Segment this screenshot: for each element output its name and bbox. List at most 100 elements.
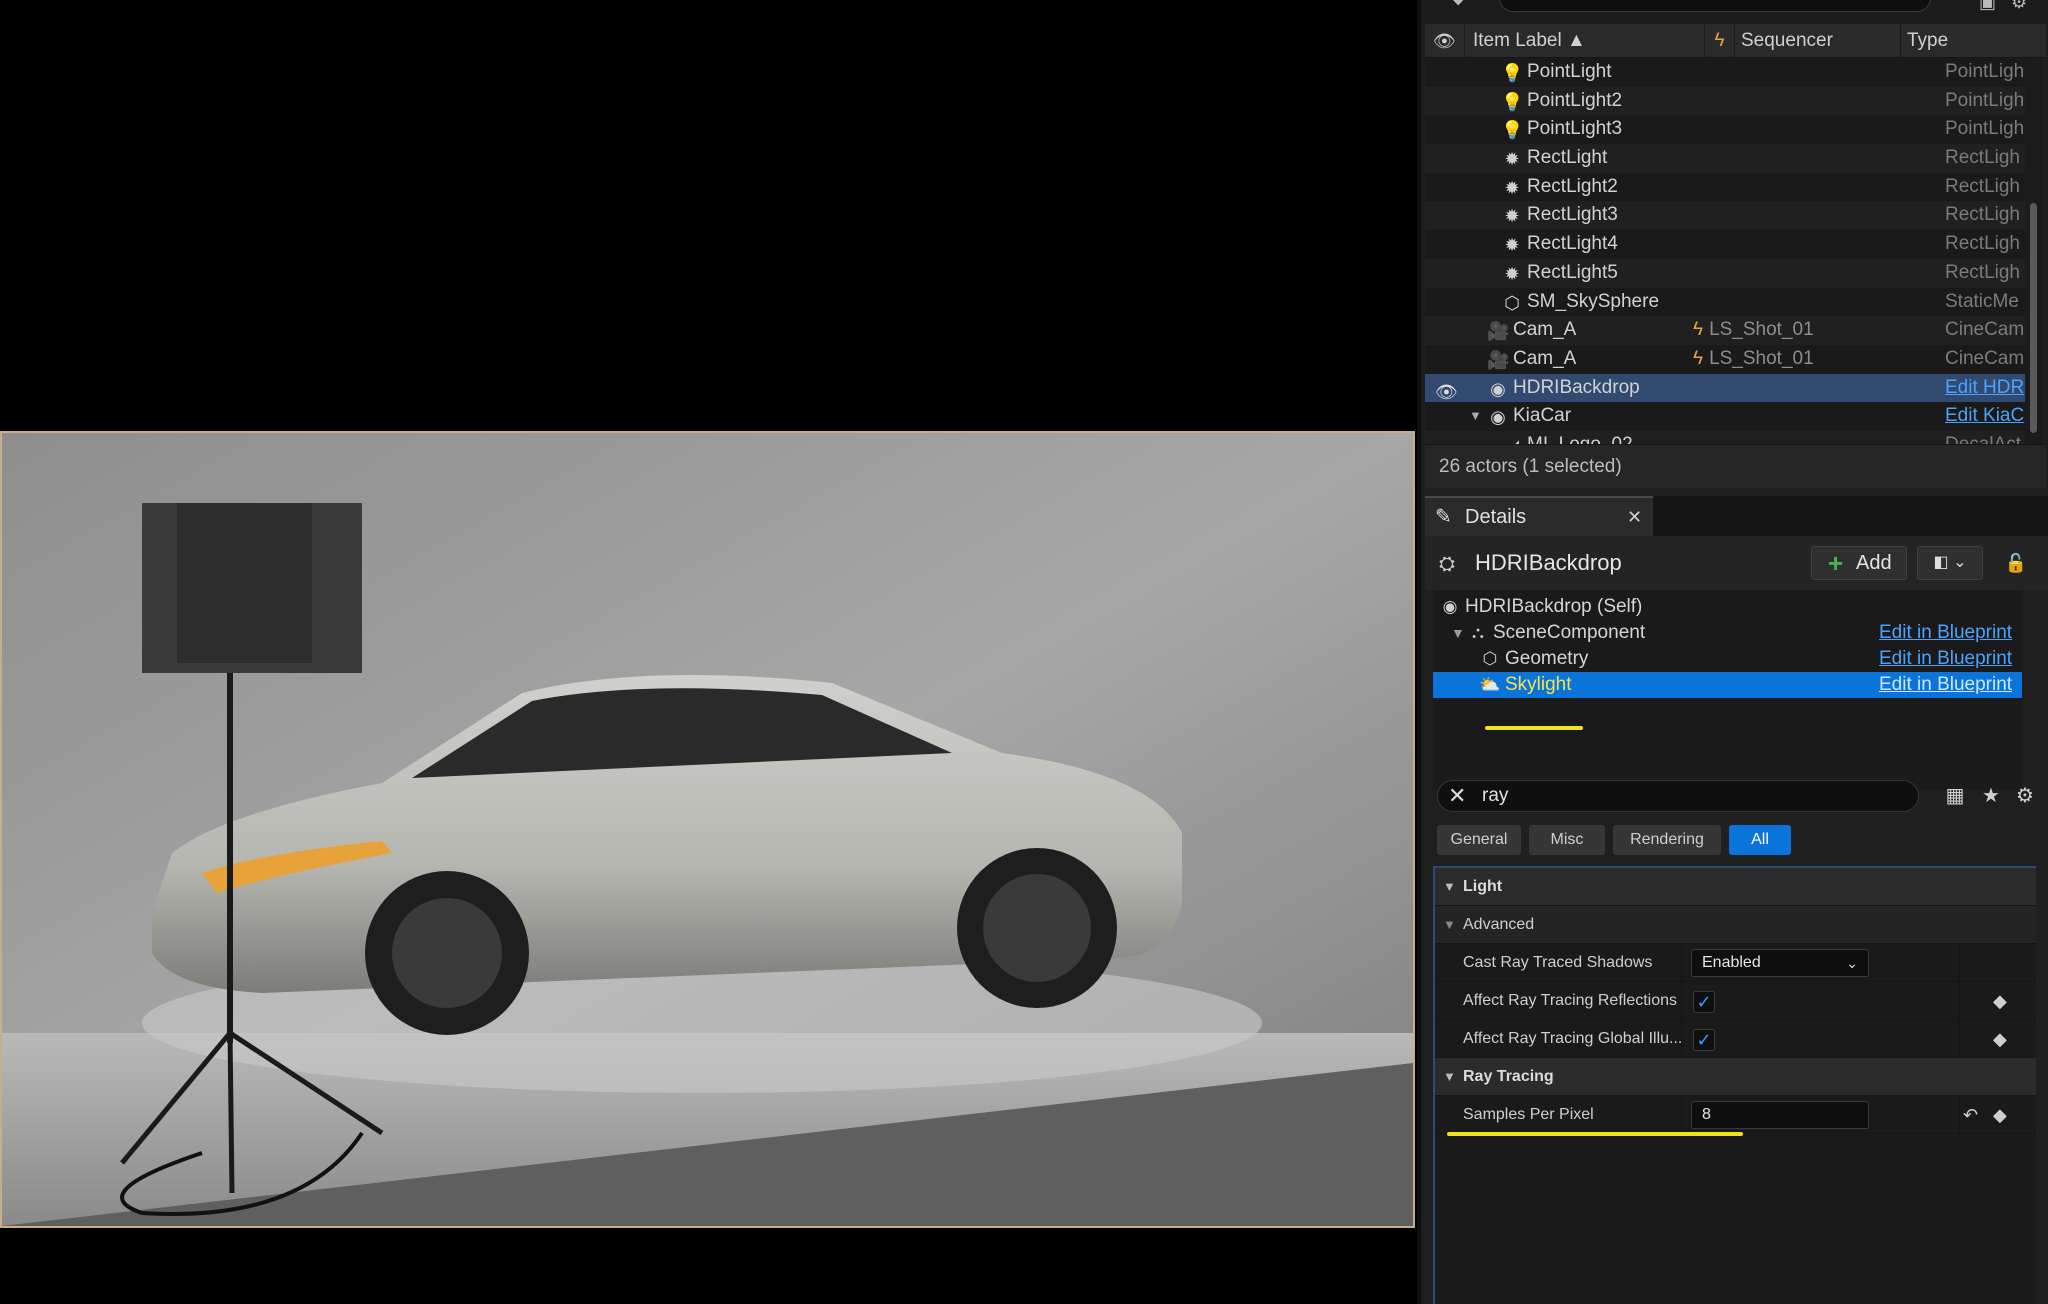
filter-icon[interactable]: ⏷ bbox=[1451, 0, 1473, 11]
component-row[interactable]: ▼ ⛬ SceneComponent Edit in Blueprint bbox=[1433, 620, 2022, 646]
lock-icon[interactable]: 🔓 bbox=[2003, 550, 2029, 576]
section-label: Ray Tracing bbox=[1463, 1068, 1554, 1085]
viewport-render[interactable] bbox=[0, 431, 1415, 1228]
table-view-icon[interactable]: ▦ bbox=[1943, 784, 1967, 808]
static-mesh-icon: ⬡ bbox=[1504, 292, 1520, 313]
type-cell: RectLigh bbox=[1945, 233, 2020, 255]
settings-icon[interactable]: ⚙ bbox=[2011, 0, 2033, 11]
actor-icon: ◉ bbox=[1490, 378, 1506, 399]
components-tree[interactable]: ◉ HDRIBackdrop (Self) ▼ ⛬ SceneComponent Edit… bbox=[1433, 590, 2022, 790]
type-header-text: Type bbox=[1907, 30, 1949, 51]
chevron-down-icon: ⌄ bbox=[1846, 955, 1858, 971]
blueprint-options-button[interactable]: ◧ ⌄ bbox=[1917, 546, 1983, 580]
component-row[interactable]: ◉ HDRIBackdrop (Self) bbox=[1433, 594, 2022, 620]
add-folder-icon[interactable]: ▣ bbox=[1979, 0, 2001, 11]
eye-icon[interactable]: 👁 bbox=[1435, 378, 1458, 402]
light-section-header[interactable]: ▼ Light bbox=[1435, 868, 2036, 906]
sequencer-cell: ϟ LS_Shot_01 bbox=[1693, 316, 1814, 345]
affect-gi-checkbox[interactable]: ✓ bbox=[1693, 1029, 1715, 1051]
item-label-column-header[interactable]: Item Label ▲ bbox=[1465, 24, 1705, 58]
sequencer-cell: ϟ LS_Shot_01 bbox=[1693, 345, 1814, 374]
outliner-scrollbar[interactable] bbox=[2025, 58, 2042, 444]
category-tab-all[interactable]: All bbox=[1729, 825, 1791, 855]
outliner-row[interactable]: ✹ RectLight RectLigh bbox=[1425, 144, 2025, 173]
details-search-input[interactable]: ✕ ray bbox=[1437, 780, 1919, 812]
item-label-header-text: Item Label ▲ bbox=[1473, 30, 1586, 51]
tab-details[interactable]: ✎ Details ✕ bbox=[1425, 496, 1653, 536]
section-label: Advanced bbox=[1463, 916, 1535, 933]
collapse-triangle-icon: ▼ bbox=[1443, 879, 1456, 894]
outliner-row[interactable]: ⬡ SM_SkySphere StaticMe bbox=[1425, 287, 2025, 317]
outliner-tree[interactable]: 💡 PointLight PointLigh 💡 PointLight2 PointLig… bbox=[1425, 58, 2025, 444]
close-icon[interactable]: ✕ bbox=[1627, 498, 1642, 536]
outliner-row[interactable]: 👁 ◉ HDRIBackdrop Edit HDR bbox=[1425, 373, 2025, 403]
outliner-row[interactable]: ▼ ◉ KiaCar Edit KiaC bbox=[1425, 402, 2025, 431]
keyframe-icon[interactable]: ◆ bbox=[1993, 982, 2007, 1020]
ray-tracing-section-header[interactable]: ▼ Ray Tracing bbox=[1435, 1058, 2036, 1096]
outliner-row[interactable]: ✹ RectLight2 RectLigh bbox=[1425, 172, 2025, 202]
advanced-section-header[interactable]: ▼ Advanced bbox=[1435, 906, 2036, 944]
component-row[interactable]: ⬡ Geometry Edit in Blueprint bbox=[1433, 646, 2022, 672]
column-divider bbox=[1681, 1096, 1682, 1134]
scrollbar-thumb[interactable] bbox=[2030, 203, 2037, 433]
expand-triangle-icon[interactable]: ▼ bbox=[1469, 402, 1482, 431]
outliner-row[interactable]: ◢ MI_Logo_02 DecalAct bbox=[1425, 430, 2025, 444]
outliner-row[interactable]: 💡 PointLight3 PointLigh bbox=[1425, 115, 2025, 145]
sequencer-bolt-icon: ϟ bbox=[1705, 24, 1735, 58]
sequencer-name[interactable]: LS_Shot_01 bbox=[1709, 319, 1814, 340]
component-row[interactable]: ⛅ Skylight Edit in Blueprint bbox=[1433, 672, 2022, 698]
add-component-button[interactable]: + Add bbox=[1811, 546, 1907, 580]
actor-name[interactable]: HDRIBackdrop bbox=[1475, 536, 1622, 590]
samples-per-pixel-highlight-underline bbox=[1447, 1132, 1743, 1136]
affect-reflections-checkbox[interactable]: ✓ bbox=[1693, 991, 1715, 1013]
type-cell: CineCam bbox=[1945, 347, 2025, 369]
settings-icon[interactable]: ⚙ bbox=[2013, 784, 2037, 808]
sequencer-column-header[interactable]: Sequencer bbox=[1735, 24, 1901, 58]
sequencer-name[interactable]: LS_Shot_01 bbox=[1709, 348, 1814, 369]
edit-blueprint-link[interactable]: Edit KiaC bbox=[1945, 402, 2025, 431]
outliner-row[interactable]: ✹ RectLight4 RectLigh bbox=[1425, 230, 2025, 259]
samples-per-pixel-input[interactable]: 8 bbox=[1691, 1101, 1869, 1129]
type-cell: StaticMe bbox=[1945, 290, 2019, 312]
item-label: HDRIBackdrop bbox=[1513, 376, 1640, 398]
outliner-row[interactable]: 💡 PointLight PointLigh bbox=[1425, 58, 2025, 87]
outliner-row[interactable]: 🎥 Cam_A ϟ LS_Shot_01 CineCam bbox=[1425, 316, 2025, 345]
outliner-search-input[interactable] bbox=[1499, 0, 1931, 12]
item-label: RectLight2 bbox=[1527, 175, 1618, 197]
clear-search-icon[interactable]: ✕ bbox=[1448, 783, 1466, 809]
outliner-header: 👁 Item Label ▲ ϟ Sequencer Type bbox=[1425, 24, 2046, 58]
expand-triangle-icon[interactable]: ▼ bbox=[1451, 620, 1465, 646]
type-cell: RectLigh bbox=[1945, 175, 2020, 197]
item-label: MI_Logo_02 bbox=[1527, 431, 1633, 444]
column-divider bbox=[1959, 982, 1960, 1020]
outliner-row[interactable]: 🎥 Cam_A ϟ LS_Shot_01 CineCam bbox=[1425, 344, 2025, 374]
item-label: RectLight4 bbox=[1527, 233, 1618, 255]
edit-in-blueprint-link[interactable]: Edit in Blueprint bbox=[1879, 672, 2012, 698]
outliner-row[interactable]: ✹ RectLight5 RectLigh bbox=[1425, 258, 2025, 288]
keyframe-icon[interactable]: ◆ bbox=[1993, 1020, 2007, 1058]
blueprint-icon: ◧ ⌄ bbox=[1933, 554, 1967, 571]
keyframe-icon[interactable]: ◆ bbox=[1993, 1096, 2007, 1134]
outliner-row[interactable]: ✹ RectLight3 RectLigh bbox=[1425, 201, 2025, 231]
collapse-triangle-icon: ▼ bbox=[1443, 1069, 1456, 1084]
category-tab-rendering[interactable]: Rendering bbox=[1613, 825, 1721, 855]
category-tab-general[interactable]: General bbox=[1437, 825, 1521, 855]
level-viewport[interactable] bbox=[0, 0, 1417, 1304]
category-tab-misc[interactable]: Misc bbox=[1529, 825, 1605, 855]
edit-blueprint-link[interactable]: Edit HDR bbox=[1945, 374, 2025, 403]
item-label: PointLight3 bbox=[1527, 118, 1623, 140]
item-label: RectLight5 bbox=[1527, 261, 1618, 283]
type-column-header[interactable]: Type bbox=[1901, 24, 2046, 58]
property-list: ▼ Light ▼ Advanced Cast Ray Traced Shado… bbox=[1433, 866, 2036, 1304]
column-divider bbox=[1959, 1020, 1960, 1058]
category-tabs: General Misc Rendering All bbox=[1425, 825, 2048, 857]
edit-in-blueprint-link[interactable]: Edit in Blueprint bbox=[1879, 646, 2012, 672]
visibility-column-header[interactable]: 👁 bbox=[1425, 24, 1465, 58]
edit-in-blueprint-link[interactable]: Edit in Blueprint bbox=[1879, 620, 2012, 646]
column-divider bbox=[1959, 1096, 1960, 1134]
favorite-star-icon[interactable]: ★ bbox=[1979, 784, 2003, 808]
outliner-row[interactable]: 💡 PointLight2 PointLigh bbox=[1425, 86, 2025, 116]
cast-ray-traced-shadows-dropdown[interactable]: Enabled ⌄ bbox=[1691, 949, 1869, 977]
reset-to-default-icon[interactable]: ↶ bbox=[1963, 1096, 1978, 1134]
component-label: HDRIBackdrop (Self) bbox=[1465, 596, 1643, 617]
